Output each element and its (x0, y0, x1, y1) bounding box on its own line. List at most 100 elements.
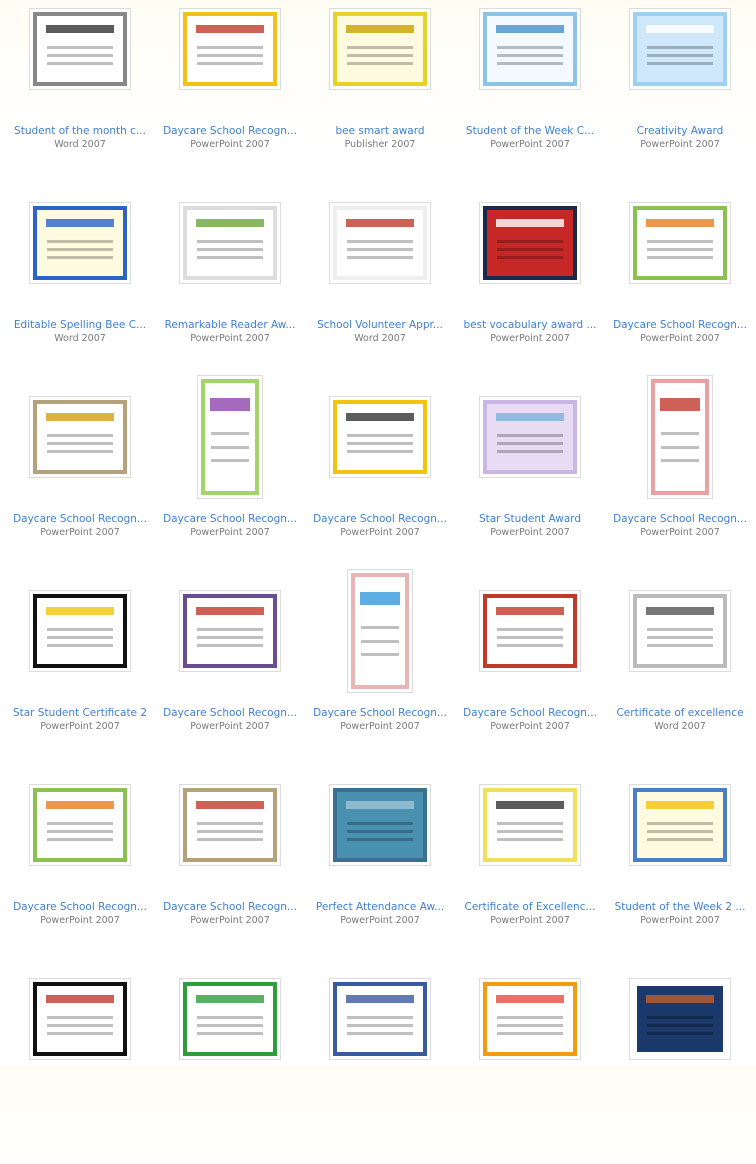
template-title[interactable]: Daycare School Recogn... (155, 707, 305, 719)
certificate-heading (495, 995, 565, 1004)
template-item[interactable]: Certificate of Excellenc... PowerPoint 20… (455, 776, 605, 970)
template-thumbnail[interactable] (630, 785, 730, 865)
certificate-preview (633, 788, 727, 862)
text-line (347, 433, 413, 437)
template-title[interactable]: Daycare School Recogn... (5, 901, 155, 913)
template-thumbnail[interactable] (648, 376, 712, 498)
template-item[interactable]: Daycare School Recogn... PowerPoint 2007 (305, 570, 455, 776)
text-line (197, 248, 263, 252)
text-line (347, 45, 413, 49)
template-item[interactable]: Student of the Week 2 ... PowerPoint 2007 (605, 776, 755, 970)
template-thumbnail[interactable] (480, 203, 580, 283)
template-thumbnail[interactable] (180, 979, 280, 1059)
text-line (197, 239, 263, 243)
template-title[interactable]: Daycare School Recogn... (155, 901, 305, 913)
template-title[interactable]: Student of the Week 2 ... (605, 901, 755, 913)
template-title[interactable]: best vocabulary award ... (455, 319, 605, 331)
template-item[interactable]: Daycare School Recogn... PowerPoint 2007 (455, 582, 605, 776)
template-item[interactable]: Creativity Award PowerPoint 2007 (605, 0, 755, 194)
template-item[interactable]: Star Student Award PowerPoint 2007 (455, 388, 605, 582)
template-item[interactable]: Student of the Week C... PowerPoint 2007 (455, 0, 605, 194)
template-thumbnail[interactable] (180, 9, 280, 89)
template-item[interactable]: bee smart award Publisher 2007 (305, 0, 455, 194)
template-thumbnail[interactable] (30, 591, 130, 671)
template-item[interactable]: Daycare School Recogn... PowerPoint 2007 (155, 376, 305, 582)
template-title[interactable]: Perfect Attendance Aw... (305, 901, 455, 913)
template-thumbnail[interactable] (180, 203, 280, 283)
thumbnail-area (155, 194, 305, 292)
template-title[interactable]: Daycare School Recogn... (155, 513, 305, 525)
template-title[interactable]: Star Student Certificate 2 (5, 707, 155, 719)
template-title[interactable]: Certificate of Excellenc... (455, 901, 605, 913)
template-title[interactable]: Daycare School Recogn... (305, 707, 455, 719)
template-thumbnail[interactable] (480, 397, 580, 477)
template-thumbnail[interactable] (348, 570, 412, 692)
template-item[interactable]: Daycare School Recogn... PowerPoint 2007 (605, 376, 755, 582)
template-title[interactable]: Daycare School Recogn... (305, 513, 455, 525)
template-title[interactable]: Remarkable Reader Aw... (155, 319, 305, 331)
template-item[interactable]: Student of the month c... Word 2007 (5, 0, 155, 194)
template-thumbnail[interactable] (198, 376, 262, 498)
template-thumbnail[interactable] (180, 591, 280, 671)
template-item[interactable]: Daycare School Recogn... PowerPoint 2007 (305, 388, 455, 582)
template-app: PowerPoint 2007 (640, 527, 720, 538)
template-title[interactable]: Creativity Award (605, 125, 755, 137)
template-thumbnail[interactable] (480, 9, 580, 89)
template-title[interactable]: Daycare School Recogn... (5, 513, 155, 525)
template-item[interactable]: Daycare School Recogn... PowerPoint 2007 (155, 776, 305, 970)
template-thumbnail[interactable] (330, 785, 430, 865)
template-thumbnail[interactable] (630, 591, 730, 671)
template-item[interactable] (455, 970, 605, 1164)
template-item[interactable]: Daycare School Recogn... PowerPoint 2007 (605, 194, 755, 388)
thumbnail-area (455, 582, 605, 680)
template-title[interactable]: Daycare School Recogn... (155, 125, 305, 137)
template-thumbnail[interactable] (630, 203, 730, 283)
template-item[interactable]: Certificate of excellence Word 2007 (605, 582, 755, 776)
template-item[interactable]: School Volunteer Appr... Word 2007 (305, 194, 455, 388)
template-thumbnail[interactable] (30, 203, 130, 283)
template-thumbnail[interactable] (180, 785, 280, 865)
template-title[interactable]: Daycare School Recogn... (605, 513, 755, 525)
template-thumbnail[interactable] (30, 979, 130, 1059)
template-thumbnail[interactable] (330, 9, 430, 89)
template-item[interactable]: Remarkable Reader Aw... PowerPoint 2007 (155, 194, 305, 388)
template-item[interactable]: Perfect Attendance Aw... PowerPoint 2007 (305, 776, 455, 970)
template-thumbnail[interactable] (330, 397, 430, 477)
template-item[interactable]: Editable Spelling Bee C... Word 2007 (5, 194, 155, 388)
text-line (47, 1024, 113, 1028)
template-item[interactable]: Daycare School Recogn... PowerPoint 2007 (155, 582, 305, 776)
template-thumbnail[interactable] (330, 203, 430, 283)
template-thumbnail[interactable] (330, 979, 430, 1059)
template-item[interactable] (5, 970, 155, 1164)
template-thumbnail[interactable] (30, 785, 130, 865)
template-thumbnail[interactable] (480, 785, 580, 865)
certificate-preview (333, 206, 427, 280)
template-item[interactable] (155, 970, 305, 1164)
template-thumbnail[interactable] (630, 979, 730, 1059)
template-item[interactable] (605, 970, 755, 1164)
template-title[interactable]: Editable Spelling Bee C... (5, 319, 155, 331)
certificate-heading (195, 801, 265, 810)
template-item[interactable]: Daycare School Recogn... PowerPoint 2007 (5, 388, 155, 582)
template-thumbnail[interactable] (480, 979, 580, 1059)
template-thumbnail[interactable] (630, 9, 730, 89)
template-title[interactable]: Student of the month c... (5, 125, 155, 137)
template-item[interactable]: Star Student Certificate 2 PowerPoint 200… (5, 582, 155, 776)
template-title[interactable]: Star Student Award (455, 513, 605, 525)
template-item[interactable]: Daycare School Recogn... PowerPoint 2007 (5, 776, 155, 970)
template-title[interactable]: School Volunteer Appr... (305, 319, 455, 331)
template-title[interactable]: bee smart award (305, 125, 455, 137)
template-app: PowerPoint 2007 (190, 721, 270, 732)
template-item[interactable]: best vocabulary award ... PowerPoint 2007 (455, 194, 605, 388)
template-title[interactable]: Certificate of excellence (605, 707, 755, 719)
template-title[interactable]: Daycare School Recogn... (605, 319, 755, 331)
template-app: Word 2007 (354, 333, 406, 344)
template-title[interactable]: Student of the Week C... (455, 125, 605, 137)
template-thumbnail[interactable] (30, 397, 130, 477)
template-title[interactable]: Daycare School Recogn... (455, 707, 605, 719)
template-item[interactable] (305, 970, 455, 1164)
template-thumbnail[interactable] (480, 591, 580, 671)
text-line (497, 62, 563, 66)
template-thumbnail[interactable] (30, 9, 130, 89)
template-item[interactable]: Daycare School Recogn... PowerPoint 2007 (155, 0, 305, 194)
